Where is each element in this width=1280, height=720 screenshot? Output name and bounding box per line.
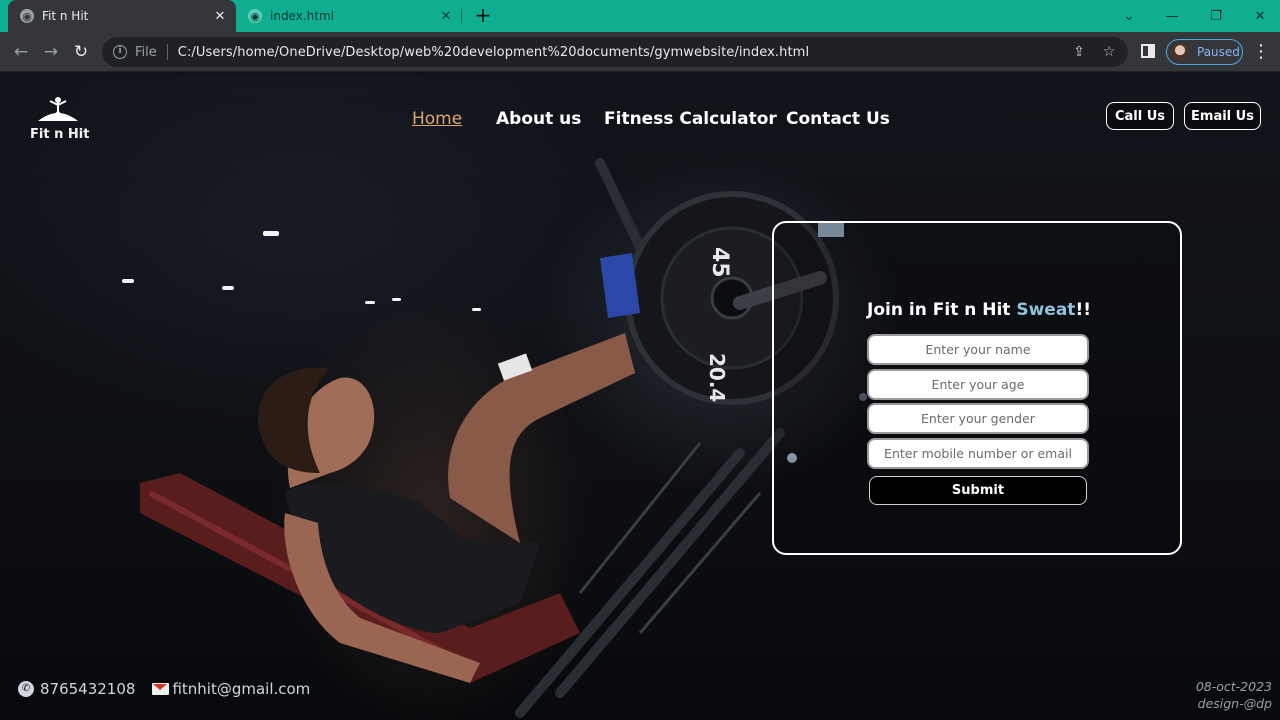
reload-icon[interactable]: ↻ — [69, 40, 93, 64]
globe-icon: ◉ — [248, 9, 262, 23]
name-input[interactable] — [867, 334, 1089, 365]
forward-arrow-icon[interactable]: → — [39, 40, 63, 64]
site-info-icon[interactable]: i — [113, 45, 127, 59]
new-tab-button[interactable]: + — [472, 4, 494, 28]
url-text[interactable]: C:/Users/home/OneDrive/Desktop/web%20dev… — [178, 45, 809, 60]
call-us-button[interactable]: Call Us — [1106, 102, 1174, 130]
mail-icon — [152, 683, 170, 695]
web-page: 45 20.4 Fit n Hit Home About us Fitness … — [0, 73, 1280, 720]
submit-button[interactable]: Submit — [869, 476, 1087, 505]
profile-button[interactable]: Paused — [1166, 39, 1243, 65]
bookmark-star-icon[interactable]: ☆ — [1100, 43, 1118, 61]
scheme-label: File — [135, 44, 157, 60]
tab-fit-n-hit[interactable]: ◉ Fit n Hit ✕ — [8, 0, 236, 32]
kebab-menu-icon[interactable]: ⋮ — [1252, 42, 1270, 62]
restore-button[interactable]: ❐ — [1194, 0, 1238, 32]
browser-toolbar: ← → ↻ i File C:/Users/home/OneDrive/Desk… — [0, 32, 1280, 72]
svg-text:45: 45 — [707, 247, 732, 278]
tab-title: Fit n Hit — [42, 9, 89, 23]
contact-input[interactable] — [867, 438, 1089, 469]
footer-credit: 08-oct-2023 design-@dp — [1196, 678, 1272, 712]
main-navigation: Home About us Fitness Calculator Contact… — [0, 109, 1280, 133]
svg-text:20.4: 20.4 — [705, 353, 729, 402]
profile-status: Paused — [1197, 45, 1240, 59]
nav-fitness-calculator[interactable]: Fitness Calculator — [604, 109, 777, 129]
close-window-button[interactable]: ✕ — [1238, 0, 1280, 32]
tab-divider — [461, 9, 462, 23]
close-tab-icon[interactable]: ✕ — [436, 9, 456, 24]
age-input[interactable] — [867, 369, 1089, 400]
form-title: Join in Fit n Hit Sweat!! — [867, 300, 1091, 320]
form-title-accent: Sweat — [1016, 300, 1076, 320]
footer-contact: ✆ 8765432108 fitnhit@gmail.com — [18, 678, 310, 700]
minimize-button[interactable]: — — [1150, 0, 1194, 32]
phone-icon: ✆ — [18, 681, 34, 697]
phone-number[interactable]: 8765432108 — [40, 680, 135, 698]
nav-contact-us[interactable]: Contact Us — [786, 109, 890, 129]
avatar — [1171, 43, 1189, 61]
email-address[interactable]: fitnhit@gmail.com — [172, 680, 310, 698]
close-tab-icon[interactable]: ✕ — [210, 9, 230, 24]
address-bar[interactable]: i File C:/Users/home/OneDrive/Desktop/we… — [102, 37, 1128, 67]
share-icon[interactable]: ⇪ — [1070, 43, 1088, 61]
design-credit: design-@dp — [1197, 696, 1272, 711]
side-panel-icon[interactable] — [1141, 44, 1155, 58]
gender-input[interactable] — [867, 403, 1089, 434]
globe-icon: ◉ — [20, 9, 34, 23]
back-arrow-icon[interactable]: ← — [9, 40, 33, 64]
join-form: Join in Fit n Hit Sweat!! Submit — [772, 221, 1182, 555]
tab-strip: ◉ Fit n Hit ✕ ◉ index.html ✕ + ⌄ — ❐ ✕ — [0, 0, 1280, 32]
footer-date: 08-oct-2023 — [1195, 679, 1272, 694]
omnibox-divider — [166, 44, 168, 60]
nav-home[interactable]: Home — [412, 109, 462, 129]
tab-title: index.html — [270, 9, 334, 23]
tab-index-html[interactable]: ◉ index.html ✕ — [236, 0, 462, 32]
tab-search-chevron-icon[interactable]: ⌄ — [1107, 0, 1151, 32]
nav-about-us[interactable]: About us — [496, 109, 581, 129]
email-us-button[interactable]: Email Us — [1184, 102, 1261, 130]
